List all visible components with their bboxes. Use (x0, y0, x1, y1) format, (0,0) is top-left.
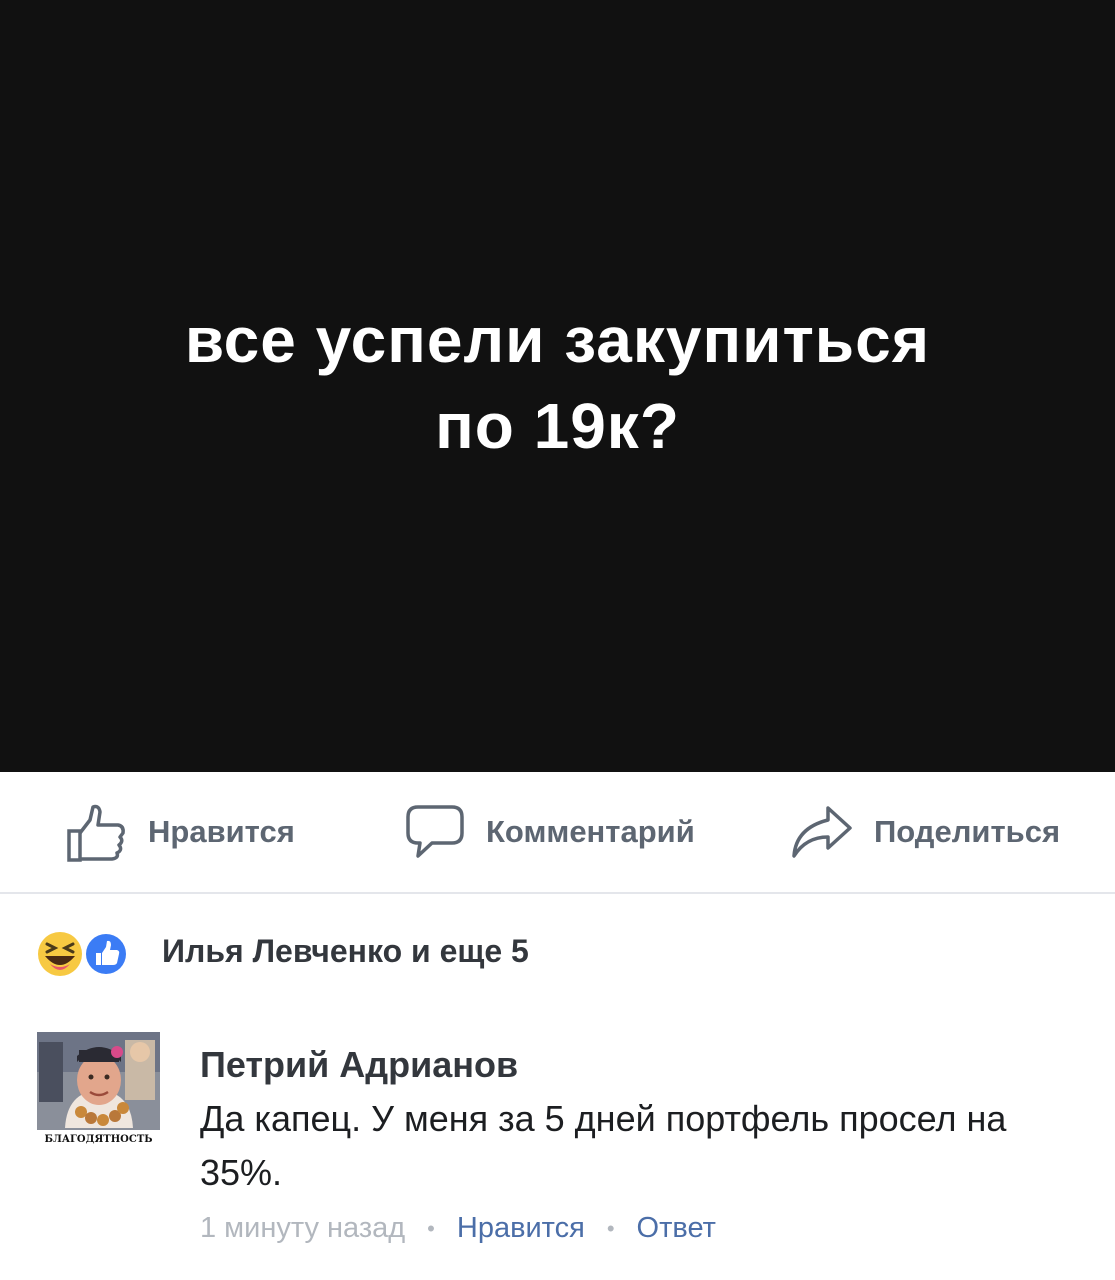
meta-separator: • (606, 1215, 615, 1241)
post-text: все успели закупиться по 19к? (185, 297, 930, 469)
meta-separator: • (427, 1215, 435, 1241)
like-button[interactable]: Нравится (66, 772, 295, 892)
speech-bubble-icon (404, 803, 466, 861)
post-text-line-1: все успели закупиться (184, 304, 931, 376)
like-reaction-icon (83, 931, 129, 977)
comment-like-link[interactable]: Нравится (457, 1212, 585, 1245)
comment: БЛАГОДЯТНОСТЬ Петрий Адрианов Да капец. … (0, 1030, 1115, 1280)
share-arrow-icon (790, 804, 854, 860)
comment-text: Да капец. У меня за 5 дней портфель прос… (200, 1098, 1007, 1193)
comment-button-label: Комментарий (486, 814, 695, 849)
post-image[interactable]: все успели закупиться по 19к? (0, 0, 1115, 772)
reaction-summary-text[interactable]: Илья Левченко и еще 5 (162, 933, 529, 970)
comment-reply-link[interactable]: Ответ (637, 1212, 716, 1245)
avatar-caption: БЛАГОДЯТНОСТЬ (44, 1134, 153, 1145)
like-button-label: Нравится (148, 814, 295, 849)
reactions-summary[interactable]: Илья Левченко и еще 5 (0, 894, 1115, 1014)
post-text-line-2: по 19к? (435, 390, 680, 462)
share-button[interactable]: Поделиться (790, 772, 1060, 892)
comment-timestamp: 1 минуту назад (200, 1212, 406, 1244)
post-action-bar: Нравится Комментарий Поделиться (0, 772, 1115, 894)
comment-author[interactable]: Петрий Адрианов (200, 1044, 518, 1086)
reaction-icons (36, 930, 136, 978)
comment-meta: 1 минуту назад • Нравится • Ответ (200, 1212, 716, 1245)
share-button-label: Поделиться (874, 814, 1061, 849)
haha-reaction-icon (38, 932, 82, 976)
comment-button[interactable]: Комментарий (404, 772, 695, 892)
thumbs-up-icon (66, 802, 128, 862)
commenter-avatar[interactable]: БЛАГОДЯТНОСТЬ (37, 1032, 160, 1155)
